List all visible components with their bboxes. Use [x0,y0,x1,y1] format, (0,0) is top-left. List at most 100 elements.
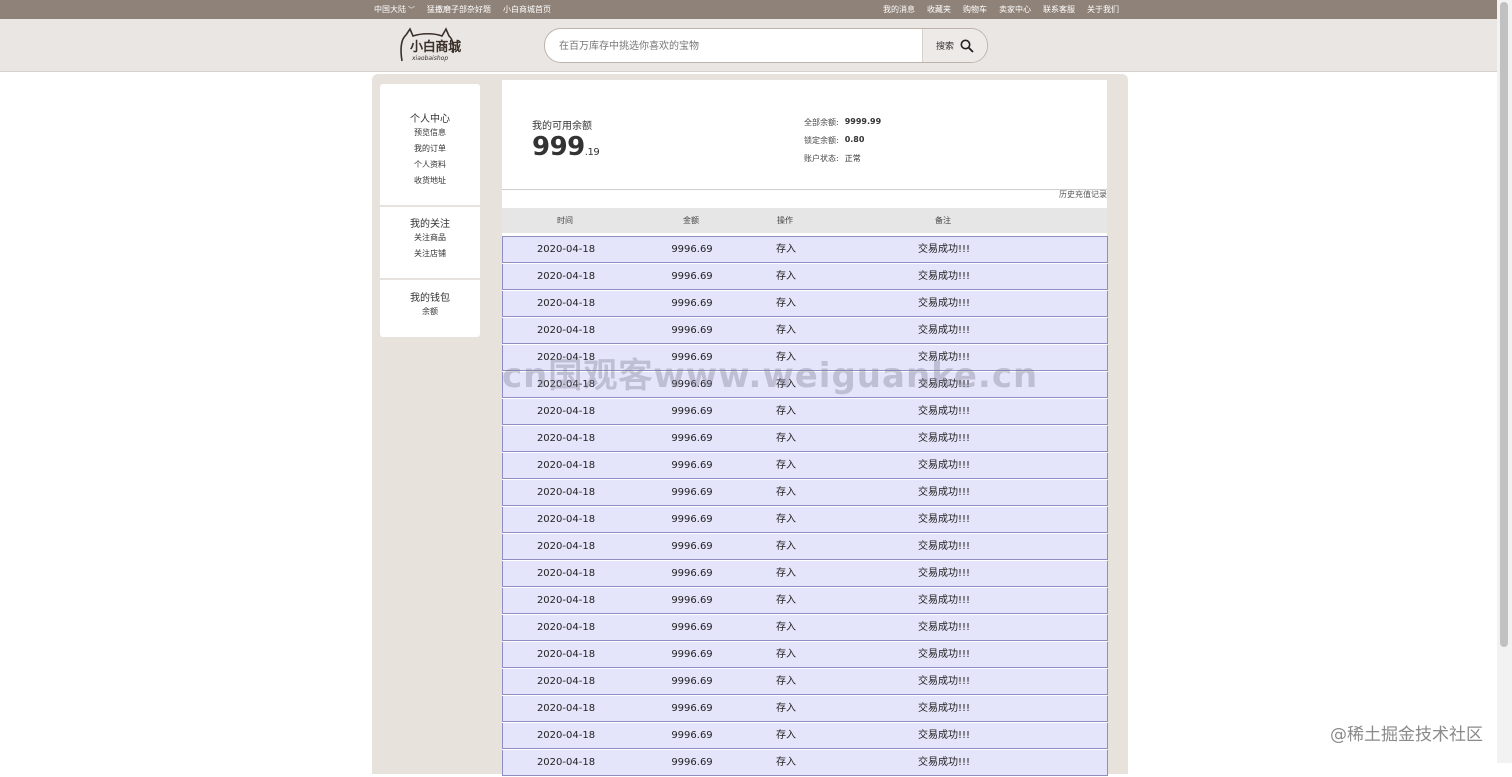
total-balance-value: 9999.99 [844,117,882,126]
available-balance-label: 我的可用余额 [532,121,592,132]
cell-time: 2020-04-18 [536,568,596,579]
cell-amount: 9996.69 [671,676,713,687]
table-row: 2020-04-18 9996.69 存入 交易成功!!! [502,480,1108,506]
locked-balance-value: 0.80 [844,135,865,144]
column-header-time: 时间 [557,216,573,225]
cell-time: 2020-04-18 [536,379,596,390]
cell-note: 交易成功!!! [917,244,971,255]
cell-time: 2020-04-18 [536,487,596,498]
table-row: 2020-04-18 9996.69 存入 交易成功!!! [502,588,1108,614]
cell-time: 2020-04-18 [536,298,596,309]
cell-amount: 9996.69 [671,271,713,282]
top-link-favorites[interactable]: 收藏夹 [927,4,951,15]
cell-note: 交易成功!!! [917,541,971,552]
cell-operation: 存入 [776,379,796,390]
scrollbar-thumb[interactable] [1500,2,1508,647]
cell-operation: 存入 [776,325,796,336]
balance-integer: 999 [532,132,585,162]
cell-note: 交易成功!!! [917,352,971,363]
cell-amount: 9996.69 [671,433,713,444]
sidebar-title-wallet: 我的钱包 [410,293,450,304]
table-row: 2020-04-18 9996.69 存入 交易成功!!! [502,318,1108,344]
top-link-seller[interactable]: 卖家中心 [999,4,1031,15]
sidebar-item-preview[interactable]: 预览信息 [380,125,480,141]
cell-operation: 存入 [776,460,796,471]
table-row: 2020-04-18 9996.69 存入 交易成功!!! [502,561,1108,587]
sidebar-group-wallet: 我的钱包 余额 [380,289,480,320]
cell-time: 2020-04-18 [536,406,596,417]
table-row: 2020-04-18 9996.69 存入 交易成功!!! [502,507,1108,533]
cell-amount: 9996.69 [671,325,713,336]
top-bar: 中国大陆 ﹀ 猛撒磨子部杂好题 小白商城首页 我的消息 收藏夹 购物车 卖家中心 … [0,0,1497,19]
sidebar: 个人中心 预览信息 我的订单 个人资料 收货地址 我的关注 关注商品 关注店铺 … [380,84,480,337]
table-row: 2020-04-18 9996.69 存入 交易成功!!! [502,669,1108,695]
column-header-operation: 操作 [777,216,793,225]
cell-operation: 存入 [776,487,796,498]
region-selector[interactable]: 中国大陆 ﹀ [374,4,415,15]
top-link-messages[interactable]: 我的消息 [883,4,915,15]
table-row: 2020-04-18 9996.69 存入 交易成功!!! [502,345,1108,371]
top-link-service[interactable]: 联系客服 [1043,4,1075,15]
top-link-home[interactable]: 小白商城首页 [503,4,551,15]
cell-time: 2020-04-18 [536,595,596,606]
cell-note: 交易成功!!! [917,595,971,606]
cell-amount: 9996.69 [671,406,713,417]
cell-amount: 9996.69 [671,568,713,579]
cell-time: 2020-04-18 [536,352,596,363]
table-row: 2020-04-18 9996.69 存入 交易成功!!! [502,453,1108,479]
cell-amount: 9996.69 [671,730,713,741]
recharge-history-link[interactable]: 历史充值记录 [1059,189,1107,200]
cell-note: 交易成功!!! [917,568,971,579]
cell-amount: 9996.69 [671,352,713,363]
cell-time: 2020-04-18 [536,649,596,660]
sidebar-item-balance[interactable]: 余额 [380,304,480,320]
cell-time: 2020-04-18 [536,460,596,471]
search-input[interactable] [557,29,921,62]
cell-amount: 9996.69 [671,703,713,714]
table-row: 2020-04-18 9996.69 存入 交易成功!!! [502,291,1108,317]
sidebar-group-personal: 个人中心 预览信息 我的订单 个人资料 收货地址 [380,110,480,189]
cell-note: 交易成功!!! [917,406,971,417]
cell-amount: 9996.69 [671,622,713,633]
column-header-amount: 金额 [683,216,699,225]
cell-time: 2020-04-18 [536,325,596,336]
cell-note: 交易成功!!! [917,730,971,741]
total-balance: 全部余额: 9999.99 [804,117,882,127]
table-row: 2020-04-18 9996.69 存入 交易成功!!! [502,426,1108,452]
logo[interactable]: 小白商城 xiaobaishop [398,27,462,65]
cell-note: 交易成功!!! [917,622,971,633]
sidebar-item-orders[interactable]: 我的订单 [380,141,480,157]
sidebar-item-address[interactable]: 收货地址 [380,173,480,189]
sidebar-item-profile[interactable]: 个人资料 [380,157,480,173]
search-icon [960,39,974,53]
sidebar-item-followed-products[interactable]: 关注商品 [380,230,480,246]
cell-time: 2020-04-18 [536,514,596,525]
divider [502,189,1107,190]
account-status-value: 正常 [844,154,861,163]
cell-operation: 存入 [776,622,796,633]
sidebar-title-follow: 我的关注 [410,219,450,230]
scrollbar[interactable] [1497,0,1512,763]
top-link-cart[interactable]: 购物车 [963,4,987,15]
table-row: 2020-04-18 9996.69 存入 交易成功!!! [502,696,1108,722]
cell-note: 交易成功!!! [917,487,971,498]
top-link-about[interactable]: 关于我们 [1087,4,1119,15]
cell-amount: 9996.69 [671,379,713,390]
cell-amount: 9996.69 [671,514,713,525]
logo-subtext: xiaobaishop [412,55,449,62]
top-link-promo[interactable]: 猛撒磨子部杂好题 [427,4,491,15]
cell-operation: 存入 [776,730,796,741]
account-status: 账户状态: 正常 [804,154,861,163]
cell-note: 交易成功!!! [917,649,971,660]
cell-note: 交易成功!!! [917,271,971,282]
table-row: 2020-04-18 9996.69 存入 交易成功!!! [502,534,1108,560]
cell-amount: 9996.69 [671,595,713,606]
cell-amount: 9996.69 [671,244,713,255]
sidebar-item-followed-shops[interactable]: 关注店铺 [380,246,480,262]
cell-note: 交易成功!!! [917,460,971,471]
header: 小白商城 xiaobaishop 搜索 [0,19,1497,72]
top-bar-right: 我的消息 收藏夹 购物车 卖家中心 联系客服 关于我们 [883,0,1119,19]
cell-note: 交易成功!!! [917,379,971,390]
search-button[interactable]: 搜索 [922,29,987,62]
cell-operation: 存入 [776,703,796,714]
